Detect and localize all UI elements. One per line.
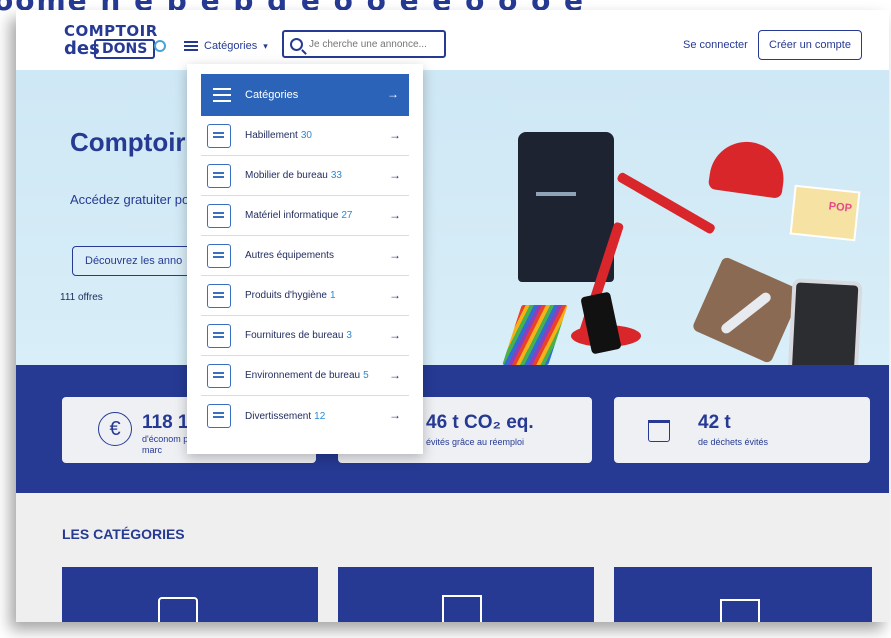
browser-frame: COMPTOIR des DONS Catégories ▾ Se connec… (16, 10, 889, 622)
dropdown-item-office-environment[interactable]: Environnement de bureau 5 → (201, 356, 409, 396)
stat-co2-label: évités grâce au réemploi (426, 437, 525, 447)
arrow-right-icon: → (389, 328, 401, 342)
arrow-right-icon: → (389, 288, 401, 302)
arrow-right-icon: → (389, 168, 401, 182)
binders-icon (207, 323, 231, 348)
calendar-icon (207, 363, 231, 388)
signup-button[interactable]: Créer un compte (758, 30, 862, 60)
dropdown-item-label: Divertissement (245, 410, 312, 422)
arrow-right-icon: → (389, 248, 401, 262)
dropdown-item-label: Environnement de bureau (245, 370, 361, 381)
dropdown-item-label: Fournitures de bureau (245, 330, 344, 341)
menu-icon (184, 41, 198, 51)
lamp-arm-upper-image (616, 171, 717, 235)
dropdown-header[interactable]: Catégories → (201, 74, 409, 116)
dropdown-item-hygiene[interactable]: Produits d'hygiène 1 → (201, 276, 409, 316)
stat-waste-value: 42 t (698, 412, 731, 433)
dropdown-item-clothing[interactable]: Habillement 30 → (201, 116, 409, 156)
arrow-right-icon: → (389, 128, 401, 142)
stat-waste-label: de déchets évités (698, 437, 769, 447)
book-icon (207, 404, 231, 428)
category-tile-furniture[interactable] (338, 567, 594, 622)
dropdown-item-other-equipment[interactable]: Autres équipements → (201, 236, 409, 276)
dropdown-item-count: 33 (330, 170, 342, 181)
dropdown-item-label: Produits d'hygiène (245, 290, 327, 301)
categories-toggle[interactable]: Catégories ▾ (184, 36, 268, 56)
dropdown-item-count: 5 (363, 370, 369, 381)
euro-icon: € (98, 412, 132, 446)
site-logo[interactable]: COMPTOIR des DONS (64, 22, 174, 66)
desk-icon (207, 163, 231, 188)
hero-section: Comptoir orme de dons c Accédez gratuite… (16, 70, 889, 382)
categories-title: LES CATÉGORIES (62, 526, 185, 542)
category-tile-computer[interactable] (614, 567, 872, 622)
dropdown-item-entertainment[interactable]: Divertissement 12 → (201, 396, 409, 436)
printer-icon (207, 203, 231, 228)
offers-count: 111 offres (60, 292, 103, 303)
login-link[interactable]: Se connecter (683, 39, 748, 51)
arrow-right-icon: → (387, 87, 399, 101)
dropdown-item-office-supplies[interactable]: Fournitures de bureau 3 → (201, 316, 409, 356)
computer-icon (720, 599, 760, 622)
search-box[interactable] (282, 30, 446, 58)
jacket-image (518, 132, 614, 282)
dropdown-item-label: Autres équipements (245, 250, 334, 261)
bin-icon (648, 420, 670, 442)
categories-dropdown: Catégories → Habillement 30 → Mobilier d… (187, 64, 423, 454)
dropdown-item-count: 12 (314, 410, 326, 422)
dropdown-item-count: 3 (346, 330, 352, 341)
arrow-right-icon: → (389, 368, 401, 382)
furniture-icon (442, 595, 482, 622)
shirt-icon (158, 597, 198, 622)
dropdown-item-label: Habillement (245, 130, 298, 141)
arrow-right-icon: → (389, 208, 401, 222)
chevron-down-icon: ▾ (263, 40, 268, 51)
poster-text: POP (828, 200, 853, 215)
stat-savings-value: 118 1 (142, 412, 189, 433)
arrow-right-icon: → (389, 408, 401, 422)
search-icon (290, 37, 303, 51)
hygiene-icon (207, 283, 231, 308)
dropdown-item-computer-equipment[interactable]: Matériel informatique 27 → (201, 196, 409, 236)
lamp-head-image (707, 137, 789, 199)
stat-co2-value: 46 t CO₂ eq. (426, 412, 534, 433)
logo-heart-icon (154, 40, 166, 52)
dropdown-item-office-furniture[interactable]: Mobilier de bureau 33 → (201, 156, 409, 196)
dropdown-item-label: Matériel informatique (245, 210, 339, 221)
clothing-icon (207, 123, 231, 148)
dropdown-item-count: 27 (341, 210, 353, 221)
dropdown-header-label: Catégories (245, 89, 299, 101)
poster-image: POP (789, 184, 861, 242)
category-tile-clothing[interactable] (62, 567, 318, 622)
pencils-image (502, 305, 568, 365)
logo-line3: DONS (94, 39, 156, 59)
search-input[interactable] (309, 38, 439, 50)
dropdown-item-count: 1 (329, 290, 336, 301)
dropdown-item-count: 30 (300, 130, 312, 141)
dropdown-item-label: Mobilier de bureau (245, 170, 328, 181)
menu-icon (213, 88, 231, 102)
categories-toggle-label: Catégories (204, 40, 258, 52)
bed-icon (207, 243, 231, 268)
site-header: COMPTOIR des DONS Catégories ▾ Se connec… (16, 10, 889, 70)
